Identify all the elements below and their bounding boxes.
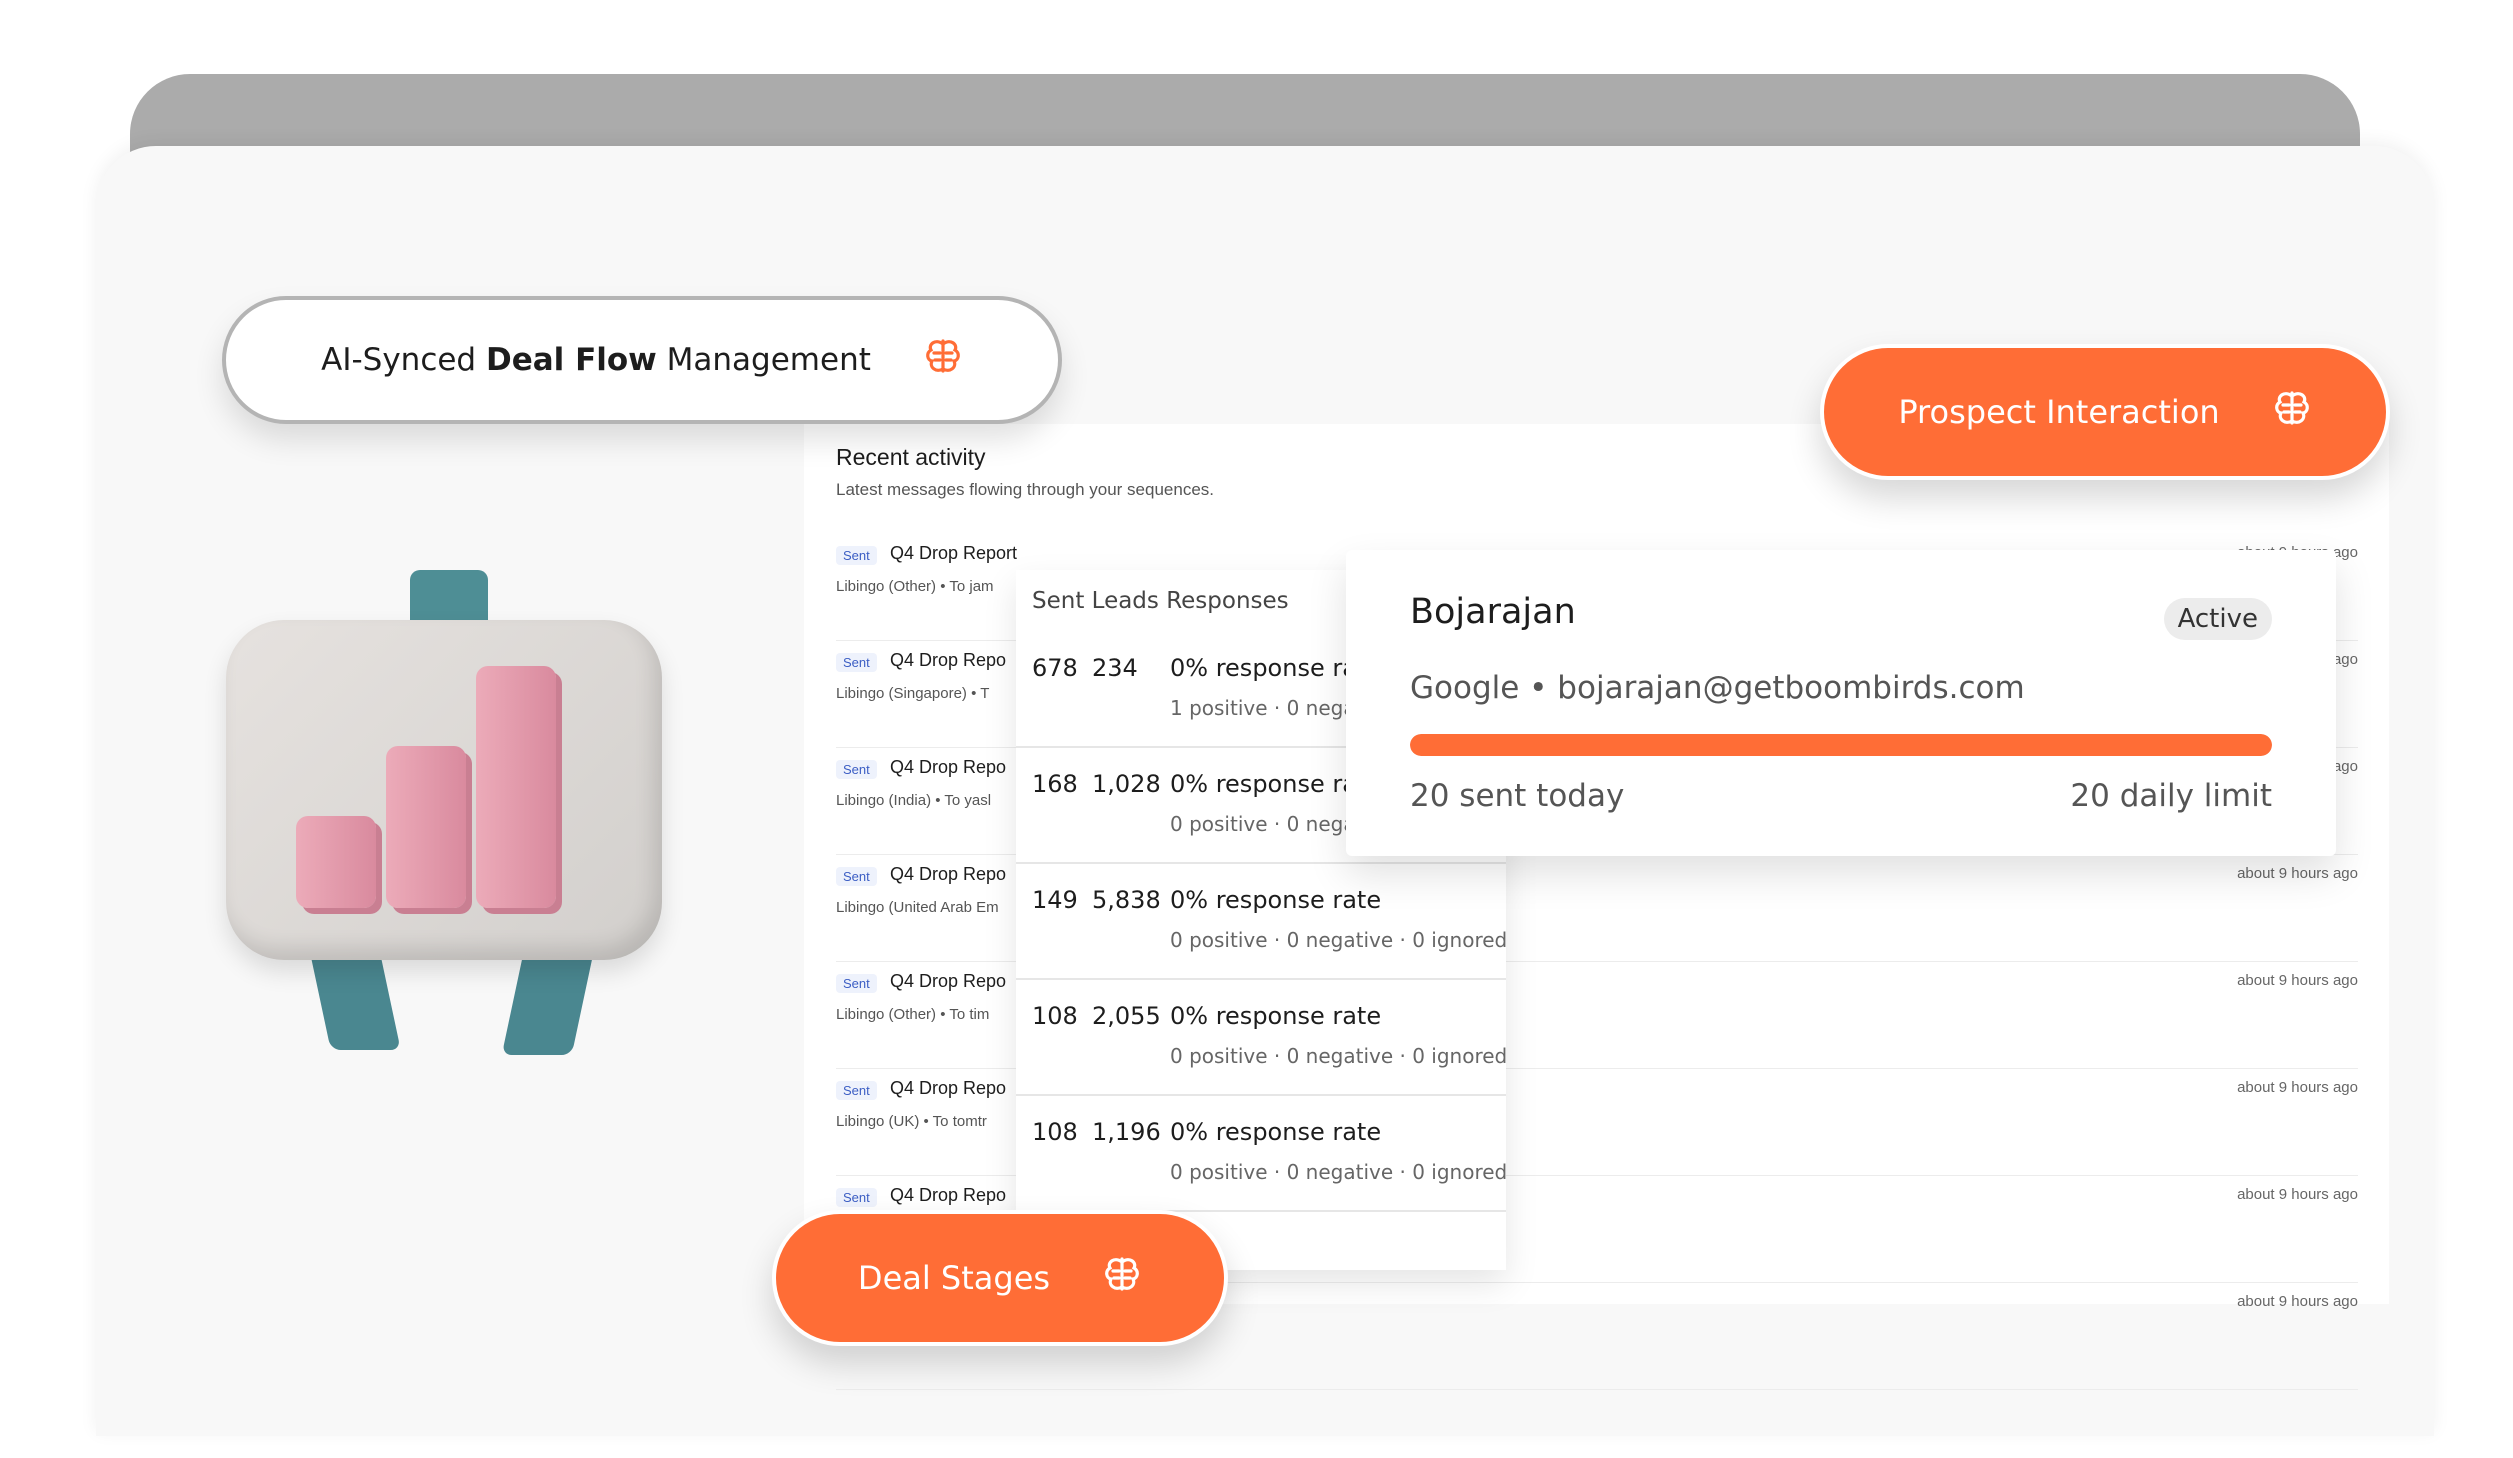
table-row[interactable]: 108 1,196 0% response rate 0 positive · 0 n… — [1016, 1096, 1506, 1212]
response-rate: 0% response ra — [1170, 654, 1357, 682]
sending-progress-bar — [1410, 734, 2272, 756]
timestamp: ago — [2332, 651, 2358, 668]
stage: Recent activity Latest messages flowing … — [0, 0, 2513, 1458]
response-rate: 0% response ra — [1170, 770, 1357, 798]
sent-badge: Sent — [836, 760, 877, 779]
sending-progress-fill — [1410, 734, 2272, 756]
email-subject: Q4 Drop Repo — [890, 864, 1007, 884]
recipient-meta: Libingo (UK) • To tomtr — [836, 1113, 987, 1130]
timestamp: ago — [2332, 758, 2358, 775]
brain-icon — [2272, 388, 2312, 436]
sent-count: 678 — [1032, 654, 1078, 682]
recipient-meta: Libingo (Singapore) • T — [836, 685, 990, 702]
sent-count: 108 — [1032, 1002, 1078, 1030]
sent-badge: Sent — [836, 974, 877, 993]
sent-badge: Sent — [836, 546, 877, 565]
timestamp: about 9 hours ago — [2237, 1186, 2358, 1203]
board-bar-tall — [476, 666, 556, 908]
deal-stages-pill[interactable]: Deal Stages — [772, 1210, 1228, 1346]
sent-badge: Sent — [836, 653, 877, 672]
leads-count: 2,055 — [1092, 1002, 1161, 1030]
prospect-company-email: Google • bojarajan@getboombirds.com — [1410, 670, 2025, 706]
timestamp: about 9 hours ago — [2237, 1293, 2358, 1310]
email-subject: Q4 Drop Repo — [890, 1185, 1007, 1205]
recipient-meta: Libingo (Other) • To jam — [836, 578, 994, 595]
timestamp: about 9 hours ago — [2237, 865, 2358, 882]
leads-count: 234 — [1092, 654, 1138, 682]
prospect-name: Bojarajan — [1410, 592, 1576, 632]
email-subject: Q4 Drop Report — [890, 543, 1018, 563]
sent-today: 20 sent today — [1410, 778, 1625, 814]
response-rate: 0% response rate — [1170, 886, 1382, 914]
response-rate: 0% response rate — [1170, 1118, 1382, 1146]
status-badge: Active — [2163, 598, 2272, 640]
email-subject: Q4 Drop Repo — [890, 650, 1007, 670]
table-row[interactable]: 149 5,838 0% response rate 0 positive · 0 n… — [1016, 864, 1506, 980]
email-subject: Q4 Drop Repo — [890, 971, 1007, 991]
activity-subtitle: Latest messages flowing through your seq… — [836, 480, 1215, 499]
response-breakdown: 0 positive · 0 negative · 0 ignored — [1170, 1160, 1506, 1184]
response-breakdown: 0 positive · 0 negative · 0 ignored — [1170, 928, 1506, 952]
sent-count: 108 — [1032, 1118, 1078, 1146]
sent-badge: Sent — [836, 867, 877, 886]
brain-icon — [1102, 1254, 1142, 1302]
sent-count: 168 — [1032, 770, 1078, 798]
sent-badge: Sent — [836, 1081, 877, 1100]
email-subject: Q4 Drop Repo — [890, 757, 1007, 777]
prospect-card[interactable]: Bojarajan Active Google • bojarajan@getb… — [1346, 550, 2336, 856]
email-subject: Q4 Drop Repo — [890, 1078, 1007, 1098]
recipient-meta: Libingo (Other) • To tim — [836, 1006, 990, 1023]
response-breakdown: 0 positive · 0 nega — [1170, 812, 1356, 836]
response-breakdown: 0 positive · 0 negative · 0 ignored — [1170, 1044, 1506, 1068]
daily-limit: 20 daily limit — [2070, 778, 2272, 814]
board-bar-medium — [386, 746, 466, 908]
recipient-meta: Libingo (India) • To yasl — [836, 792, 992, 809]
leads-count: 5,838 — [1092, 886, 1161, 914]
board-panel — [226, 620, 662, 960]
brain-icon — [923, 336, 963, 384]
prospect-interaction-pill[interactable]: Prospect Interaction — [1820, 344, 2390, 480]
leads-count: 1,028 — [1092, 770, 1161, 798]
timestamp: about 9 hours ago — [2237, 1079, 2358, 1096]
leads-table-header: Sent Leads Responses — [1032, 588, 1289, 614]
sent-count: 149 — [1032, 886, 1078, 914]
table-row[interactable]: 108 2,055 0% response rate 0 positive · 0 n… — [1016, 980, 1506, 1096]
prospect-interaction-label: Prospect Interaction — [1898, 393, 2220, 431]
response-rate: 0% response rate — [1170, 1002, 1382, 1030]
leads-count: 1,196 — [1092, 1118, 1161, 1146]
deal-flow-pill[interactable]: AI-Synced Deal Flow Management — [222, 296, 1062, 424]
board-bar-short — [296, 816, 376, 908]
timestamp: about 9 hours ago — [2237, 972, 2358, 989]
response-breakdown: 1 positive · 0 nega — [1170, 696, 1356, 720]
deal-flow-label: AI-Synced Deal Flow Management — [321, 342, 871, 378]
recipient-meta: Libingo (United Arab Em — [836, 899, 999, 916]
sent-badge: Sent — [836, 1188, 877, 1207]
activity-title: Recent activity — [836, 444, 986, 470]
deal-stages-label: Deal Stages — [857, 1259, 1051, 1297]
